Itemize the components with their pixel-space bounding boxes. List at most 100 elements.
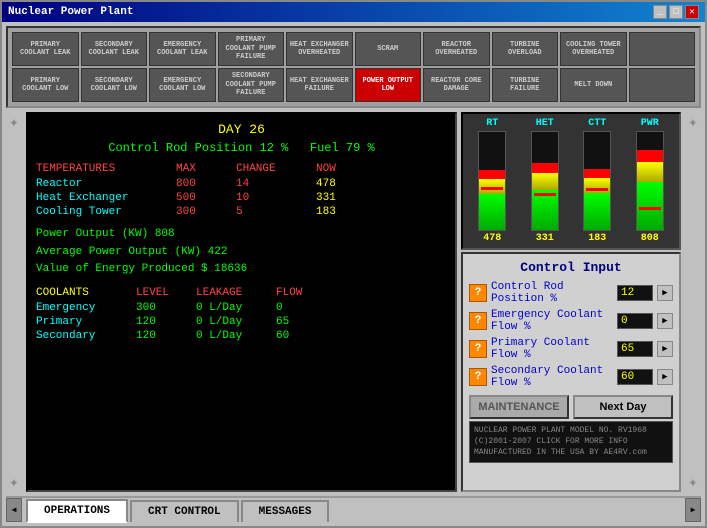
gauge-bar-2 bbox=[583, 131, 611, 231]
fuel-label: Fuel 79 % bbox=[310, 141, 375, 155]
control-row-1: ? Emergency Coolant Flow % ▶ bbox=[469, 309, 673, 333]
control-input-0[interactable] bbox=[617, 285, 653, 301]
minimize-button[interactable]: _ bbox=[653, 5, 667, 19]
gauge-red-3 bbox=[637, 150, 663, 162]
alarm-button-0[interactable]: PRIMARY COOLANT LEAK bbox=[12, 32, 79, 66]
alarm-button-16[interactable]: REACTOR CORE DAMAGE bbox=[423, 68, 490, 102]
alarm-button-2[interactable]: EMERGENCY COOLANT LEAK bbox=[149, 32, 216, 66]
coolant-flow-1: 65 bbox=[276, 316, 336, 328]
coolant-level-0: 300 bbox=[136, 302, 196, 314]
model-number: NUCLEAR POWER PLANT MODEL NO. RV1968 bbox=[474, 425, 668, 436]
control-input-2[interactable] bbox=[617, 341, 653, 357]
level-header: LEVEL bbox=[136, 287, 196, 299]
alarm-button-4[interactable]: HEAT EXCHANGER OVERHEATED bbox=[286, 32, 353, 66]
coolant-name-2: Secondary bbox=[36, 330, 136, 342]
change-header: CHANGE bbox=[236, 163, 316, 175]
alarm-button-7[interactable]: TURBINE OVERLOAD bbox=[492, 32, 559, 66]
alarm-button-18[interactable]: MELT DOWN bbox=[560, 68, 627, 102]
alarm-button-3[interactable]: PRIMARY COOLANT PUMP FAILURE bbox=[218, 32, 285, 66]
tab-crt-control[interactable]: CRT CONTROL bbox=[130, 500, 239, 522]
alarm-button-10[interactable]: PRIMARY COOLANT LOW bbox=[12, 68, 79, 102]
alarm-button-13[interactable]: SECONDARY COOLANT PUMP FAILURE bbox=[218, 68, 285, 102]
gauges-top: RT 478 HET 331 CTT 183 PWR bbox=[461, 112, 681, 250]
gauge-label-2: CTT bbox=[588, 118, 606, 129]
control-arrow-3[interactable]: ▶ bbox=[657, 369, 673, 385]
gauge-label-0: RT bbox=[486, 118, 498, 129]
alarm-grid: PRIMARY COOLANT LEAKSECONDARY COOLANT LE… bbox=[6, 26, 701, 108]
alarm-button-15[interactable]: POWER OUTPUT LOW bbox=[355, 68, 422, 102]
coolant-leakage-2: 0 L/Day bbox=[196, 330, 276, 342]
control-label-0: Control Rod Position % bbox=[491, 281, 613, 305]
gauge-label-1: HET bbox=[536, 118, 554, 129]
control-title: Control Input bbox=[469, 260, 673, 275]
coolant-flow-2: 60 bbox=[276, 330, 336, 342]
temperatures-label: TEMPERATURES bbox=[36, 163, 176, 175]
gauge-ctt: CTT 183 bbox=[572, 118, 623, 244]
alarm-button-11[interactable]: SECONDARY COOLANT LOW bbox=[81, 68, 148, 102]
control-row-3: ? Secondary Coolant Flow % ▶ bbox=[469, 365, 673, 389]
gauge-green-3 bbox=[637, 182, 663, 230]
middle-section: ✦ ✦ DAY 26 Control Rod Position 12 % Fue… bbox=[6, 112, 701, 492]
coolant-flow-0: 0 bbox=[276, 302, 336, 314]
temp-now-0: 478 bbox=[316, 178, 376, 190]
help-button-2[interactable]: ? bbox=[469, 340, 487, 358]
avg-power: Average Power Output (KW) 422 bbox=[36, 244, 447, 262]
control-arrow-2[interactable]: ▶ bbox=[657, 341, 673, 357]
help-button-3[interactable]: ? bbox=[469, 368, 487, 386]
control-panel: Control Input ? Control Rod Position % ▶… bbox=[461, 252, 681, 492]
power-output: Power Output (KW) 808 bbox=[36, 226, 447, 244]
temp-max-1: 500 bbox=[176, 192, 236, 204]
tab-operations[interactable]: OPERATIONS bbox=[26, 499, 128, 523]
alarm-button-1[interactable]: SECONDARY COOLANT LEAK bbox=[81, 32, 148, 66]
alarm-button-9[interactable] bbox=[629, 32, 696, 66]
scroll-right[interactable]: ▶ bbox=[685, 498, 701, 522]
alarm-button-6[interactable]: REACTOR OVERHEATED bbox=[423, 32, 490, 66]
alarm-button-8[interactable]: COOLING TOWER OVERHEATED bbox=[560, 32, 627, 66]
alarm-button-12[interactable]: EMERGENCY COOLANT LOW bbox=[149, 68, 216, 102]
maximize-button[interactable]: □ bbox=[669, 5, 683, 19]
help-button-1[interactable]: ? bbox=[469, 312, 487, 330]
temp-change-2: 5 bbox=[236, 206, 316, 218]
maintenance-button[interactable]: MAINTENANCE bbox=[469, 395, 569, 419]
temp-rows: Reactor 800 14 478 Heat Exchanger 500 10… bbox=[36, 178, 447, 218]
leakage-header: LEAKAGE bbox=[196, 287, 276, 299]
coolant-level-1: 120 bbox=[136, 316, 196, 328]
temp-now-2: 183 bbox=[316, 206, 376, 218]
temp-change-1: 10 bbox=[236, 192, 316, 204]
control-label-3: Secondary Coolant Flow % bbox=[491, 365, 613, 389]
control-arrow-0[interactable]: ▶ bbox=[657, 285, 673, 301]
gauge-yellow-1 bbox=[532, 173, 558, 190]
window-title: Nuclear Power Plant bbox=[8, 6, 133, 18]
temp-name-1: Heat Exchanger bbox=[36, 192, 176, 204]
coolant-row-2: Secondary 120 0 L/Day 60 bbox=[36, 330, 447, 342]
tab-messages[interactable]: MESSAGES bbox=[241, 500, 330, 522]
control-arrow-1[interactable]: ▶ bbox=[657, 313, 673, 329]
help-button-0[interactable]: ? bbox=[469, 284, 487, 302]
control-label-2: Primary Coolant Flow % bbox=[491, 337, 613, 361]
temp-name-0: Reactor bbox=[36, 178, 176, 190]
now-header: NOW bbox=[316, 163, 376, 175]
next-day-button[interactable]: Next Day bbox=[573, 395, 673, 419]
copyright-text: (C)2001-2007 CLICK FOR MORE INFO MANUFAC… bbox=[474, 436, 668, 458]
gauge-value-1: 331 bbox=[536, 233, 554, 244]
title-bar-buttons: _ □ ✕ bbox=[653, 5, 699, 19]
coolant-leakage-0: 0 L/Day bbox=[196, 302, 276, 314]
alarm-button-14[interactable]: HEAT EXCHANGER FAILURE bbox=[286, 68, 353, 102]
energy-value: Value of Energy Produced $ 18636 bbox=[36, 261, 447, 279]
close-button[interactable]: ✕ bbox=[685, 5, 699, 19]
copyright-info: NUCLEAR POWER PLANT MODEL NO. RV1968 (C)… bbox=[469, 421, 673, 463]
control-input-3[interactable] bbox=[617, 369, 653, 385]
coolant-header-row: COOLANTS LEVEL LEAKAGE FLOW bbox=[36, 287, 447, 299]
tab-container: OPERATIONSCRT CONTROLMESSAGES bbox=[22, 498, 685, 522]
alarm-button-19[interactable] bbox=[629, 68, 696, 102]
day-label: DAY 26 bbox=[36, 122, 447, 137]
coolant-level-2: 120 bbox=[136, 330, 196, 342]
temp-max-0: 800 bbox=[176, 178, 236, 190]
control-row-2: ? Primary Coolant Flow % ▶ bbox=[469, 337, 673, 361]
scroll-left[interactable]: ◀ bbox=[6, 498, 22, 522]
control-input-1[interactable] bbox=[617, 313, 653, 329]
alarm-button-17[interactable]: TURBINE FAILURE bbox=[492, 68, 559, 102]
alarm-button-5[interactable]: SCRAM bbox=[355, 32, 422, 66]
rod-fuel-label: Control Rod Position 12 % Fuel 79 % bbox=[36, 141, 447, 155]
temp-now-1: 331 bbox=[316, 192, 376, 204]
